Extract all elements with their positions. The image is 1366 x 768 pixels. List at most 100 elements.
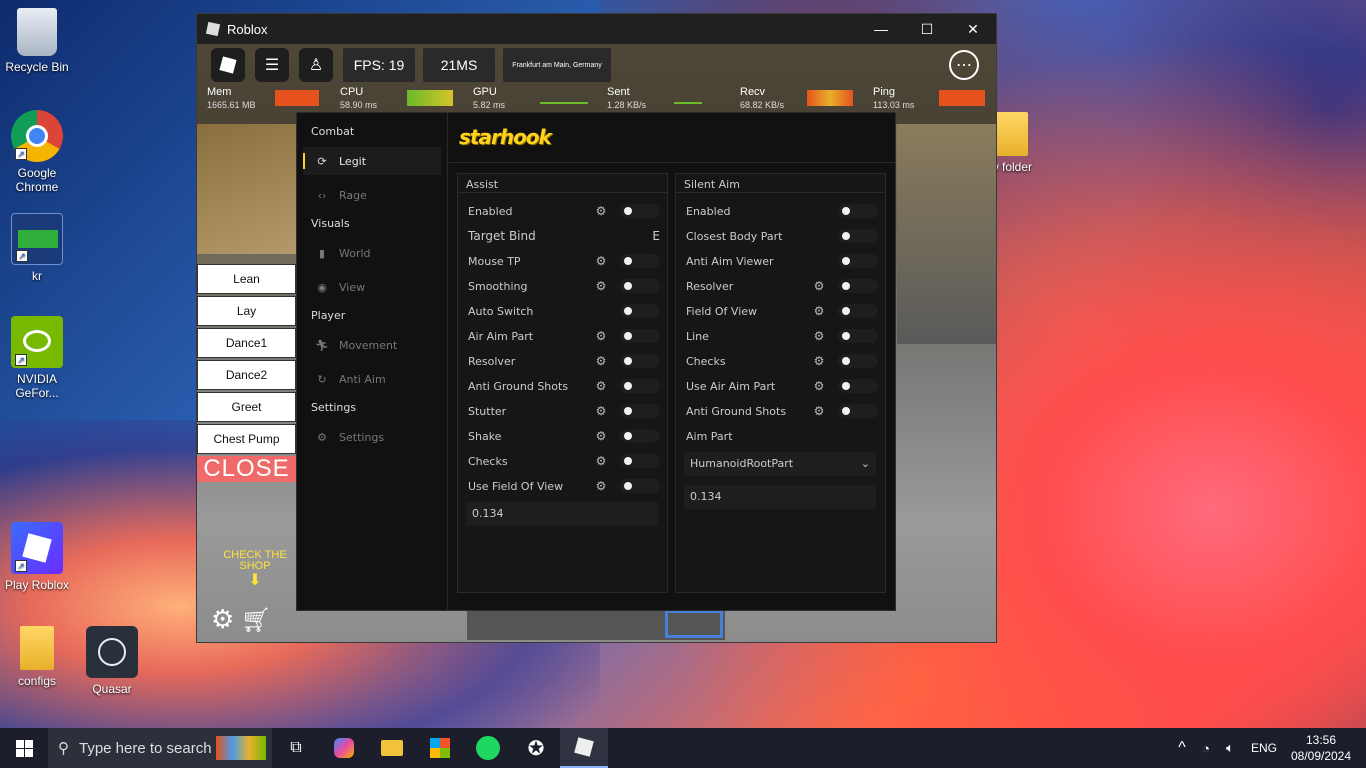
volume-button[interactable]: 🔈︎ — [1218, 728, 1242, 768]
assist-fov-input[interactable]: 0.134 — [466, 502, 658, 526]
toggle-switch[interactable] — [838, 354, 878, 368]
emote-button-chest-pump[interactable]: Chest Pump — [197, 424, 296, 454]
emote-button-greet[interactable]: Greet — [197, 392, 296, 422]
gear-icon[interactable]: ⚙ — [594, 254, 608, 268]
toggle-switch[interactable] — [620, 254, 660, 268]
gear-icon[interactable]: ⚙ — [594, 354, 608, 368]
toggle-switch[interactable] — [620, 379, 660, 393]
section-settings: Settings — [311, 401, 357, 414]
quasar-icon — [86, 626, 138, 678]
sidebar-item-legit[interactable]: ⟳ Legit — [303, 147, 441, 175]
gear-icon[interactable]: ⚙ — [812, 279, 826, 293]
gear-icon[interactable]: ⚙ — [812, 304, 826, 318]
avatar-button[interactable]: ♙ — [299, 48, 333, 82]
desktop-icon-nvidia[interactable]: ↗ NVIDIA GeFor... — [2, 316, 72, 400]
toggle-switch[interactable] — [838, 404, 878, 418]
hotbar-selected-slot[interactable] — [665, 610, 723, 638]
sidebar-item-settings[interactable]: ⚙ Settings — [303, 423, 441, 451]
gear-icon[interactable]: ⚙ — [594, 329, 608, 343]
network-button[interactable]: ◔ — [1194, 728, 1218, 768]
toggle-switch[interactable] — [620, 279, 660, 293]
desktop-icon-google-chrome[interactable]: ↗ Google Chrome — [2, 110, 72, 194]
fps-counter: FPS: 19 — [343, 48, 415, 82]
sidebar-item-movement[interactable]: 🏃︎ Movement — [303, 331, 441, 359]
roblox-menu-button[interactable] — [211, 48, 245, 82]
toggle-switch[interactable] — [838, 329, 878, 343]
rotate-icon: ↻ — [317, 372, 327, 386]
toggle-switch[interactable] — [838, 379, 878, 393]
show-hidden-icons-button[interactable]: ^ — [1170, 728, 1194, 768]
toggle-switch[interactable] — [838, 254, 878, 268]
taskbar-search-box[interactable]: ⚲ Type here to search — [48, 728, 272, 768]
sidebar-item-view[interactable]: ◉ View — [303, 273, 441, 301]
store-button[interactable] — [416, 728, 464, 768]
assist-row-stutter: Stutter ⚙ — [468, 402, 660, 420]
gear-icon[interactable]: ⚙ — [594, 379, 608, 393]
gear-icon[interactable]: ⚙ — [812, 404, 826, 418]
aim-part-dropdown[interactable]: HumanoidRootPart ⌄ — [684, 452, 876, 476]
speaker-icon: 🔈︎ — [1226, 740, 1234, 755]
emote-button-dance2[interactable]: Dance2 — [197, 360, 296, 390]
clock[interactable]: 13:56 08/09/2024 — [1286, 732, 1356, 764]
toggle-switch[interactable] — [620, 304, 660, 318]
gear-icon[interactable]: ⚙ — [594, 479, 608, 493]
language-indicator[interactable]: ENG — [1242, 741, 1286, 755]
desktop-icon-kr[interactable]: ↗ kr — [2, 213, 72, 283]
desktop-icon-play-roblox[interactable]: ↗ Play Roblox — [2, 522, 72, 592]
gear-icon[interactable]: ⚙ — [594, 204, 608, 218]
desktop-icon-configs[interactable]: configs — [2, 626, 72, 688]
spotify-button[interactable] — [464, 728, 512, 768]
toggle-switch[interactable] — [620, 454, 660, 468]
gear-icon[interactable]: ⚙ — [594, 279, 608, 293]
gpu-graph — [540, 102, 588, 104]
start-button[interactable] — [0, 728, 48, 768]
toggle-switch[interactable] — [838, 204, 878, 218]
keybind-value[interactable]: E — [652, 229, 660, 243]
desktop-icon-new-folder[interactable]: w folder — [990, 112, 1050, 174]
wifi-icon: ◔ — [1202, 740, 1210, 756]
maximize-button[interactable]: ☐ — [904, 14, 950, 44]
emote-button-lay[interactable]: Lay — [197, 296, 296, 326]
copilot-button[interactable] — [320, 728, 368, 768]
running-icon: 🏃︎ — [315, 338, 329, 352]
gear-icon[interactable]: ⚙ — [594, 454, 608, 468]
gear-icon[interactable]: ⚙ — [812, 329, 826, 343]
shop-cart-button[interactable]: 🛒︎ — [241, 606, 271, 635]
emote-button-dance1[interactable]: Dance1 — [197, 328, 296, 358]
gear-icon[interactable]: ⚙ — [812, 354, 826, 368]
chat-button[interactable]: ☰ — [255, 48, 289, 82]
taskbar: ⚲ Type here to search ⧉ ✪ ^ ◔ 🔈︎ ENG 13:… — [0, 728, 1366, 768]
roblox-taskbar-button[interactable] — [560, 728, 608, 768]
gear-icon[interactable]: ⚙ — [594, 429, 608, 443]
starhook-menu: Combat ⟳ Legit ‹› Rage Visuals ▮ World ◉ Vie… — [296, 112, 896, 611]
toggle-switch[interactable] — [620, 429, 660, 443]
toggle-switch[interactable] — [620, 329, 660, 343]
toggle-switch[interactable] — [838, 304, 878, 318]
emote-button-lean[interactable]: Lean — [197, 264, 296, 294]
toggle-switch[interactable] — [620, 354, 660, 368]
assist-row-anti-ground-shots: Anti Ground Shots ⚙ — [468, 377, 660, 395]
toggle-switch[interactable] — [620, 204, 660, 218]
minimize-button[interactable]: — — [858, 14, 904, 44]
desktop-icon-quasar[interactable]: Quasar — [77, 626, 147, 696]
window-titlebar[interactable]: Roblox — ☐ ✕ — [197, 14, 996, 44]
starred-app-button[interactable]: ✪ — [512, 728, 560, 768]
toggle-switch[interactable] — [838, 229, 878, 243]
toggle-switch[interactable] — [620, 404, 660, 418]
close-window-button[interactable]: ✕ — [950, 14, 996, 44]
toggle-switch[interactable] — [620, 479, 660, 493]
file-explorer-button[interactable] — [368, 728, 416, 768]
desktop-icon-recycle-bin[interactable]: Recycle Bin — [2, 8, 72, 74]
gear-icon[interactable]: ⚙ — [594, 404, 608, 418]
sidebar-item-rage[interactable]: ‹› Rage — [303, 181, 441, 209]
task-view-button[interactable]: ⧉ — [272, 728, 320, 768]
more-options-button[interactable]: ⋯ — [949, 50, 979, 80]
toggle-switch[interactable] — [838, 279, 878, 293]
ram-chip-icon: ↗ — [11, 213, 63, 265]
emote-close-button[interactable]: CLOSE — [197, 455, 296, 482]
sidebar-item-anti-aim[interactable]: ↻ Anti Aim — [303, 365, 441, 393]
settings-gear-button[interactable]: ⚙ — [211, 604, 234, 635]
sidebar-item-world[interactable]: ▮ World — [303, 239, 441, 267]
gear-icon[interactable]: ⚙ — [812, 379, 826, 393]
silent-fov-input[interactable]: 0.134 — [684, 485, 876, 509]
